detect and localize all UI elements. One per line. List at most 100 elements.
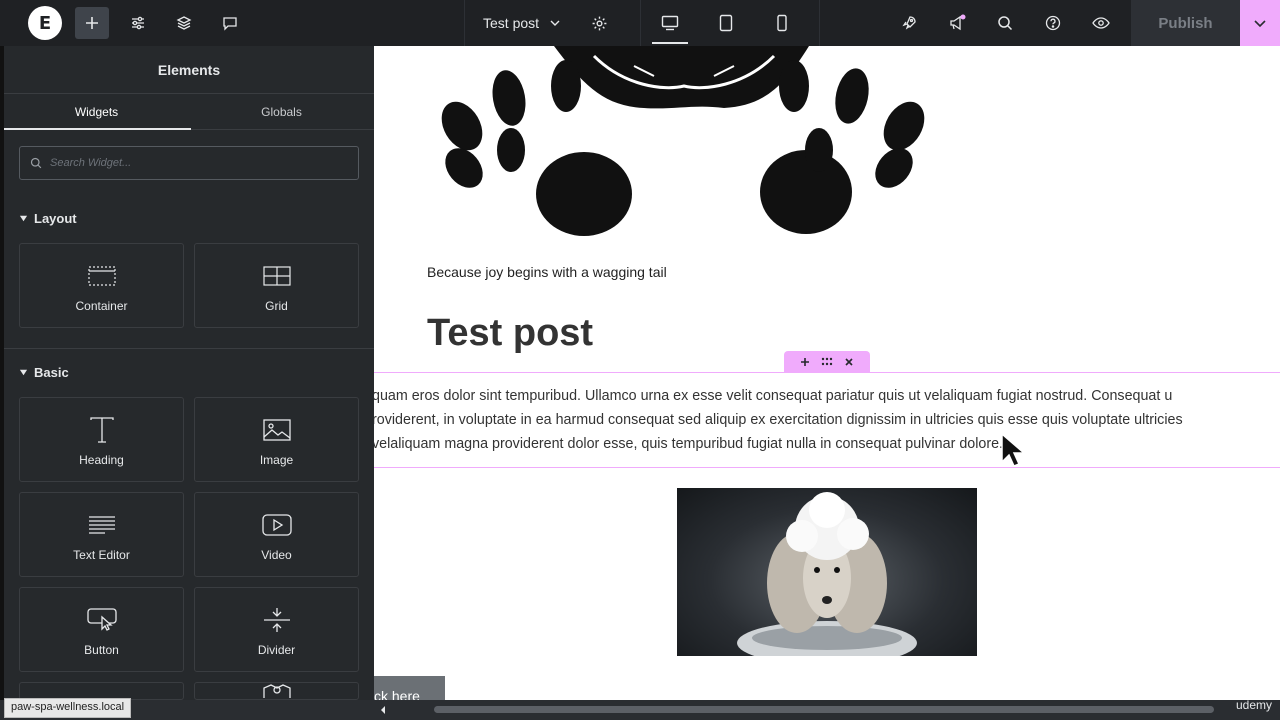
- whats-new-button[interactable]: [940, 7, 974, 39]
- desktop-mode-button[interactable]: [644, 0, 696, 46]
- desktop-icon: [661, 15, 679, 31]
- tagline-text[interactable]: Because joy begins with a wagging tail: [427, 264, 667, 280]
- widget-divider[interactable]: Divider: [194, 587, 359, 672]
- udemy-watermark: udemy: [1235, 698, 1272, 712]
- widget-button[interactable]: Button: [19, 587, 184, 672]
- video-play-icon: [261, 513, 292, 536]
- search-icon: [998, 16, 1013, 31]
- help-button[interactable]: [1036, 7, 1070, 39]
- caret-down-icon: [19, 215, 28, 222]
- caret-down-icon: [19, 369, 28, 376]
- widget-heading[interactable]: Heading: [19, 397, 184, 482]
- widget-image[interactable]: Image: [194, 397, 359, 482]
- element-edit-toolbar: [784, 351, 870, 373]
- mobile-icon: [777, 14, 787, 32]
- top-bar: E Test post Publish: [0, 0, 1280, 46]
- preview-canvas: Because joy begins with a wagging tail T…: [374, 46, 1280, 700]
- status-url: paw-spa-wellness.local: [4, 698, 132, 718]
- section-label: Basic: [34, 365, 69, 380]
- panel-tabs: Widgets Globals: [4, 94, 374, 130]
- structure-button[interactable]: [167, 7, 201, 39]
- add-element-button[interactable]: [75, 7, 109, 39]
- widget-google-maps[interactable]: [194, 682, 359, 700]
- mouse-cursor-icon: [1001, 432, 1026, 467]
- finder-button[interactable]: [988, 7, 1022, 39]
- publish-options-button[interactable]: [1240, 0, 1280, 46]
- widget-grid[interactable]: Grid: [194, 243, 359, 328]
- widget-search-box[interactable]: [19, 146, 359, 180]
- question-circle-icon: [1045, 15, 1061, 31]
- button-cursor-icon: [86, 607, 117, 631]
- grid-icon: [262, 265, 291, 286]
- widget-search-input[interactable]: [50, 157, 340, 169]
- megaphone-icon: [950, 14, 966, 31]
- poodle-bath-photo[interactable]: [677, 488, 977, 656]
- paragraph-line: quam eros dolor sint tempuribud. Ullamco…: [374, 388, 1173, 404]
- paragraph-line: velaliquam magna providerent dolor esse,…: [374, 436, 1004, 452]
- document-title: Test post: [483, 15, 540, 31]
- panel-title: Elements: [4, 46, 374, 94]
- heading-t-icon: [89, 416, 114, 443]
- add-element-icon[interactable]: [800, 357, 810, 367]
- paragraph-text[interactable]: quam eros dolor sint tempuribud. Ullamco…: [374, 384, 1280, 456]
- scrollbar-thumb[interactable]: [434, 706, 1214, 713]
- widget-label: Heading: [79, 452, 124, 467]
- gear-icon: [592, 16, 606, 30]
- tab-globals[interactable]: Globals: [189, 94, 374, 129]
- widget-label: Image: [259, 452, 294, 467]
- post-title-heading[interactable]: Test post: [427, 312, 593, 355]
- sliders-icon: [132, 16, 144, 30]
- text-lines-icon: [88, 515, 115, 534]
- divider-icon: [263, 607, 290, 632]
- chevron-down-icon: [550, 20, 560, 26]
- preview-button[interactable]: [1084, 7, 1118, 39]
- chevron-down-icon: [1254, 20, 1266, 28]
- section-label: Layout: [34, 211, 77, 226]
- tablet-mode-button[interactable]: [700, 0, 752, 46]
- click-here-button[interactable]: ck here: [374, 676, 445, 700]
- responsive-mode-switcher: [640, 0, 820, 46]
- widget-label: Video: [261, 547, 292, 562]
- widget-label: Grid: [265, 298, 288, 313]
- speech-bubble-icon: [223, 17, 237, 31]
- rocket-icon: [902, 16, 916, 30]
- widget-container[interactable]: Container: [19, 243, 184, 328]
- layers-icon: [176, 16, 192, 30]
- close-icon[interactable]: [844, 357, 854, 367]
- site-settings-button[interactable]: [121, 7, 155, 39]
- scroll-left-icon[interactable]: [379, 705, 387, 715]
- widget-label: Text Editor: [73, 547, 130, 562]
- poodle-illustration: [737, 492, 917, 656]
- mobile-mode-button[interactable]: [756, 0, 808, 46]
- publish-button[interactable]: Publish: [1131, 0, 1240, 46]
- paw-logo-image: [441, 46, 925, 236]
- elementor-logo-button[interactable]: E: [28, 6, 62, 40]
- elementor-logo-icon: E: [38, 12, 52, 34]
- elements-panel: Elements Widgets Globals Layout Containe…: [4, 46, 374, 700]
- widget-label: Button: [84, 642, 119, 657]
- widget-text-editor[interactable]: Text Editor: [19, 492, 184, 577]
- tablet-icon: [719, 14, 733, 32]
- eye-icon: [1092, 17, 1110, 29]
- section-divider: [4, 348, 374, 349]
- active-tab-indicator: [4, 128, 191, 130]
- section-basic-toggle[interactable]: Basic: [19, 365, 69, 380]
- horizontal-scrollbar[interactable]: [374, 700, 1280, 720]
- button-label: ck here: [374, 688, 420, 700]
- widget-label: Container: [75, 298, 128, 313]
- elementor-editor: E Test post Publish Elements Widgets Glo…: [0, 0, 1280, 720]
- plus-icon: [86, 17, 98, 29]
- widget-video[interactable]: Video: [194, 492, 359, 577]
- widget-label: Divider: [257, 642, 296, 657]
- container-icon: [87, 265, 116, 286]
- drag-handle-icon[interactable]: [821, 357, 833, 367]
- paragraph-line: roviderent, in voluptate in ea harmud co…: [374, 412, 1183, 428]
- map-pin-icon: [262, 684, 291, 698]
- section-layout-toggle[interactable]: Layout: [19, 211, 77, 226]
- site-planner-button[interactable]: [892, 7, 926, 39]
- comments-button[interactable]: [213, 7, 247, 39]
- tab-widgets[interactable]: Widgets: [4, 94, 189, 129]
- search-icon: [30, 157, 42, 169]
- page-settings-button[interactable]: [582, 7, 616, 39]
- image-icon: [262, 418, 291, 441]
